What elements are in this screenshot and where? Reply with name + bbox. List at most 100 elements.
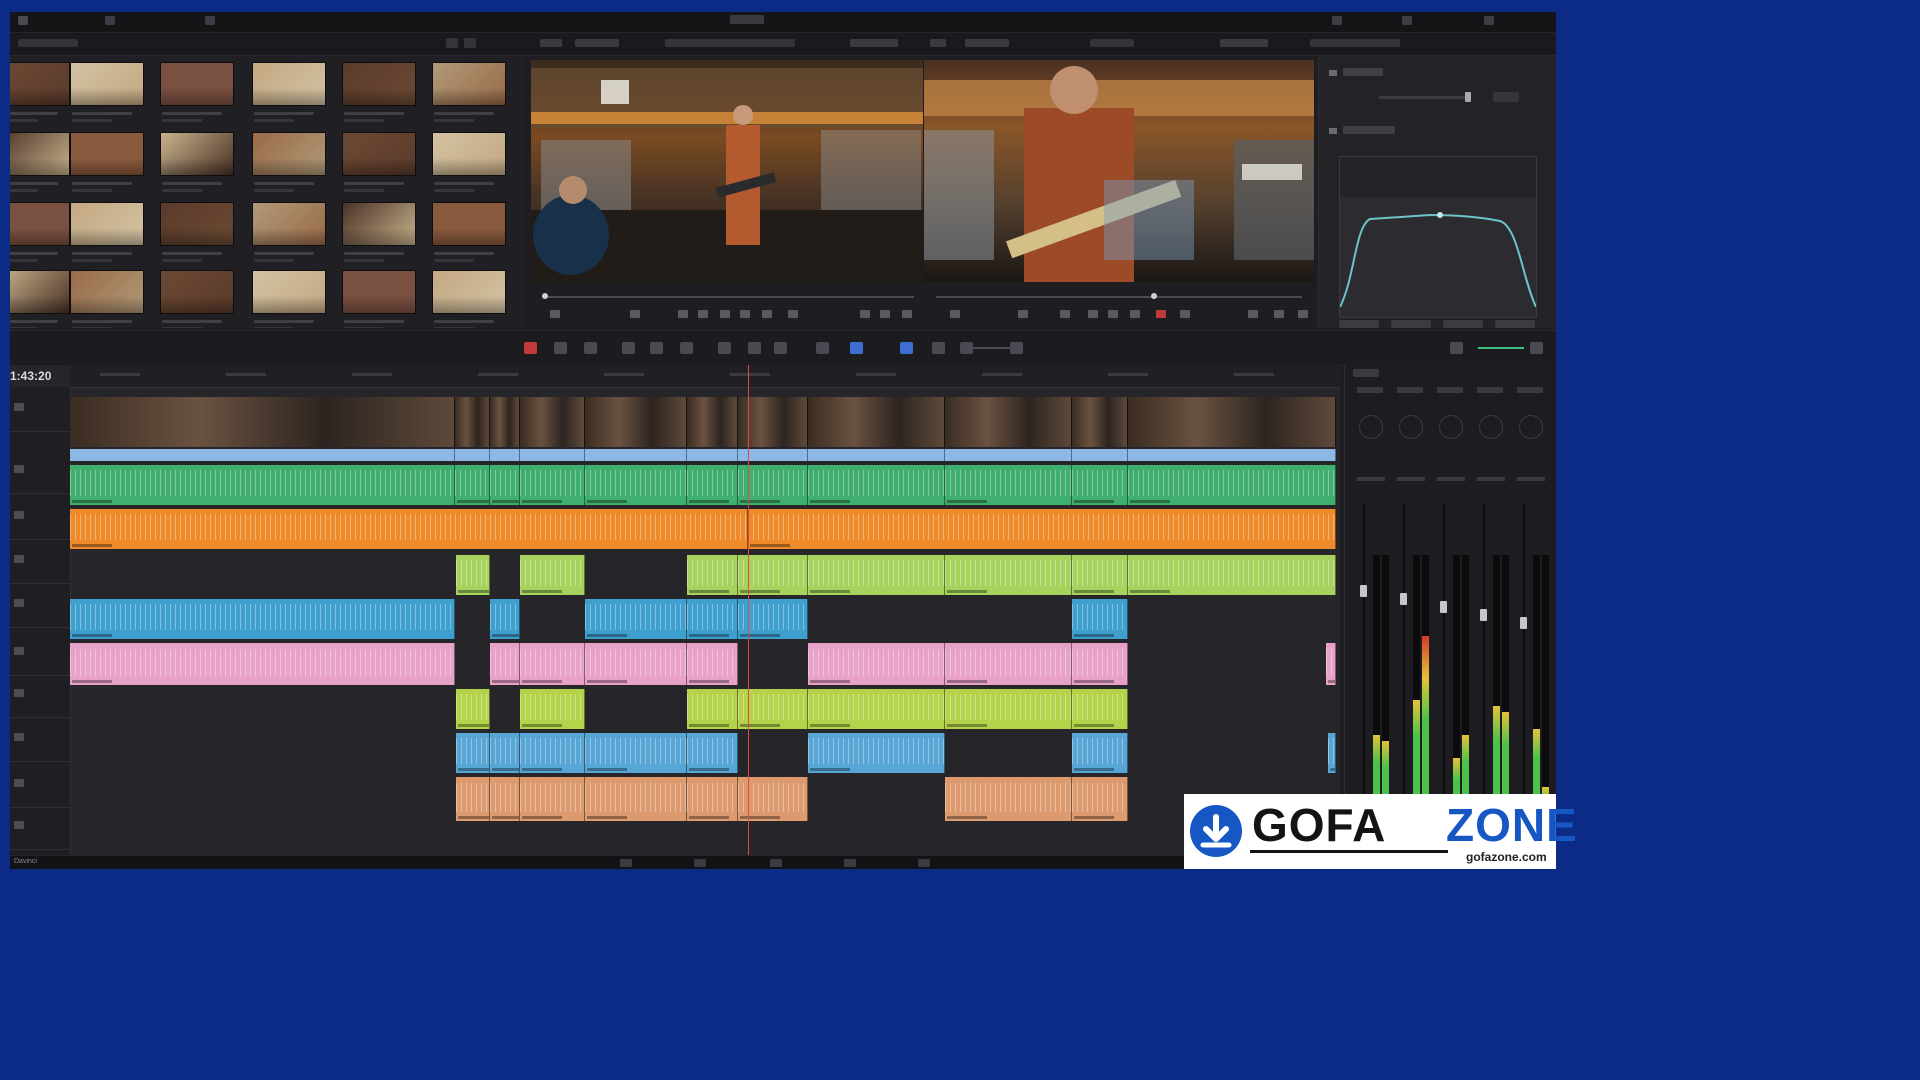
page-tab-icon[interactable] (694, 859, 706, 867)
video-clip[interactable] (70, 397, 455, 447)
program-playhead[interactable] (1151, 293, 1157, 299)
media-thumbnail[interactable] (252, 202, 326, 246)
transport-button[interactable] (1274, 310, 1284, 318)
audio-clip-a2[interactable] (70, 509, 748, 549)
fader-knob[interactable] (1360, 585, 1367, 597)
audio-clip-a1[interactable] (520, 465, 585, 505)
audio-clip-a1[interactable] (70, 465, 455, 505)
transport-button[interactable] (788, 310, 798, 318)
page-tab-icon[interactable] (770, 859, 782, 867)
audio-clip-a4[interactable] (687, 599, 738, 639)
volume-section[interactable] (1343, 68, 1383, 76)
video-clip-label[interactable] (70, 449, 455, 461)
audio-clip-a5[interactable] (70, 643, 455, 685)
transport-button[interactable] (1298, 310, 1308, 318)
media-thumbnail[interactable] (10, 202, 70, 246)
timeline-ruler[interactable] (70, 365, 1340, 388)
track-lock-icon[interactable] (14, 403, 24, 411)
transport-button[interactable] (1248, 310, 1258, 318)
edit-tool-icon[interactable] (850, 342, 863, 354)
audio-clip-a8[interactable] (520, 777, 585, 821)
media-thumbnail[interactable] (432, 132, 506, 176)
transport-button[interactable] (860, 310, 870, 318)
pan-knob[interactable] (1359, 415, 1383, 439)
transport-button[interactable] (550, 310, 560, 318)
audio-clip-a6[interactable] (1072, 689, 1128, 729)
video-clip[interactable] (687, 397, 738, 447)
bin-selector[interactable] (18, 39, 78, 47)
page-tab-icon[interactable] (844, 859, 856, 867)
audio-clip-a7[interactable] (490, 733, 520, 773)
timeline[interactable]: 1:43:20 (10, 365, 1340, 855)
transport-button[interactable] (630, 310, 640, 318)
audio-clip-a5[interactable] (945, 643, 1072, 685)
media-thumbnail[interactable] (252, 132, 326, 176)
video-clip-label[interactable] (455, 449, 490, 461)
edit-tool-icon[interactable] (680, 342, 693, 354)
audio-clip-a6[interactable] (945, 689, 1072, 729)
media-thumbnail[interactable] (10, 132, 70, 176)
video-clip[interactable] (585, 397, 687, 447)
fader-knob[interactable] (1480, 609, 1487, 621)
timeline-playhead[interactable] (748, 365, 749, 855)
audio-clip-a8[interactable] (687, 777, 738, 821)
audio-clip-a7[interactable] (520, 733, 585, 773)
media-thumbnail[interactable] (342, 270, 416, 314)
media-thumbnail[interactable] (432, 270, 506, 314)
media-thumbnail[interactable] (160, 62, 234, 106)
source-viewer[interactable] (531, 60, 923, 282)
audio-clip-a7[interactable] (1328, 733, 1336, 773)
edit-index-icon[interactable] (205, 16, 215, 25)
audio-clip-a7[interactable] (687, 733, 738, 773)
transport-button[interactable] (1156, 310, 1166, 318)
transport-button[interactable] (1060, 310, 1070, 318)
audio-clip-a1[interactable] (945, 465, 1072, 505)
video-clip-label[interactable] (520, 449, 585, 461)
program-viewer[interactable] (924, 60, 1314, 282)
volume-slider[interactable] (1379, 96, 1469, 99)
volume-value[interactable] (1493, 92, 1519, 102)
audio-clip-a8[interactable] (585, 777, 687, 821)
track-area[interactable] (70, 365, 1340, 855)
edit-tool-icon[interactable] (816, 342, 829, 354)
media-thumbnail[interactable] (160, 270, 234, 314)
media-thumbnail[interactable] (70, 132, 144, 176)
transport-button[interactable] (698, 310, 708, 318)
media-thumbnail[interactable] (432, 62, 506, 106)
audio-clip-a3[interactable] (808, 555, 945, 595)
transport-button[interactable] (1088, 310, 1098, 318)
equalizer-section[interactable] (1343, 126, 1395, 134)
audio-clip-a3[interactable] (456, 555, 490, 595)
audio-clip-a5[interactable] (687, 643, 738, 685)
video-clip[interactable] (455, 397, 490, 447)
audio-clip-a8[interactable] (490, 777, 520, 821)
edit-tool-icon[interactable] (650, 342, 663, 354)
transport-button[interactable] (902, 310, 912, 318)
page-tab-icon[interactable] (620, 859, 632, 867)
pan-knob[interactable] (1439, 415, 1463, 439)
transport-button[interactable] (1108, 310, 1118, 318)
effects-library-icon[interactable] (105, 16, 115, 25)
audio-clip-a7[interactable] (808, 733, 945, 773)
pan-knob[interactable] (1399, 415, 1423, 439)
audio-clip-a7[interactable] (456, 733, 490, 773)
collapse-arrow-icon-2[interactable] (1329, 128, 1337, 134)
track-lock-icon[interactable] (14, 689, 24, 697)
audio-clip-a3[interactable] (1128, 555, 1336, 595)
audio-clip-a4[interactable] (585, 599, 687, 639)
audio-clip-a4[interactable] (1072, 599, 1128, 639)
list-view-icon[interactable] (464, 38, 476, 48)
media-thumbnail[interactable] (160, 132, 234, 176)
audio-clip-a6[interactable] (687, 689, 738, 729)
audio-clip-a6[interactable] (520, 689, 585, 729)
media-thumbnail[interactable] (10, 270, 70, 314)
edit-tool-icon[interactable] (900, 342, 913, 354)
collapse-arrow-icon[interactable] (1329, 70, 1337, 76)
audio-clip-a3[interactable] (687, 555, 738, 595)
fader-knob[interactable] (1440, 601, 1447, 613)
track-lock-icon[interactable] (14, 733, 24, 741)
zoom-slider[interactable] (970, 347, 1020, 349)
audio-clip-a5[interactable] (490, 643, 520, 685)
track-lock-icon[interactable] (14, 465, 24, 473)
audio-clip-a4[interactable] (70, 599, 455, 639)
